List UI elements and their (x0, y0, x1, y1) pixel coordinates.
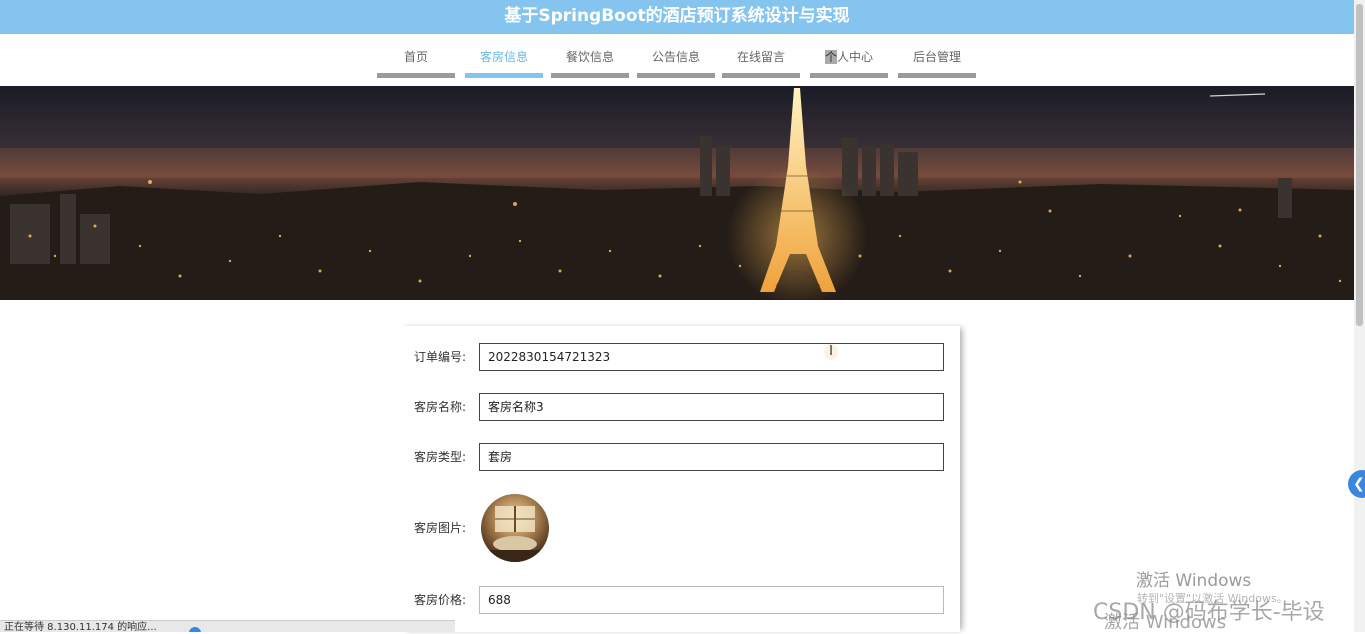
paris-night-skyline (0, 86, 1354, 300)
nav-item-admin[interactable]: 后台管理 (898, 46, 976, 78)
site-title: 基于SpringBoot的酒店预订系统设计与实现 (504, 6, 850, 26)
site-title-bar: 基于SpringBoot的酒店预订系统设计与实现 (0, 0, 1354, 34)
room-price-label: 客房价格: (413, 593, 466, 607)
order-no-label: 订单编号: (413, 350, 466, 364)
text-cursor-icon: I (824, 344, 838, 360)
nav-item-messages[interactable]: 在线留言 (722, 46, 800, 78)
room-type-label: 客房类型: (413, 450, 466, 464)
chevron-left-icon: ❮ (1353, 476, 1365, 492)
hero-banner-image (0, 86, 1354, 300)
nav-item-underline (377, 73, 455, 78)
page-scrollbar[interactable] (1354, 0, 1365, 632)
room-name-field[interactable]: 客房名称3 (479, 393, 944, 421)
nav-item-underline (722, 73, 800, 78)
nav-item-label: 在线留言 (736, 50, 785, 64)
status-text: 正在等待 8.130.11.174 的响应... (4, 622, 157, 632)
nav-item-label: 后台管理 (912, 50, 961, 64)
nav-item-underline (898, 73, 976, 78)
scrollbar-thumb[interactable] (1356, 4, 1363, 326)
collapse-sidebar-button[interactable]: ❮ (1348, 470, 1365, 498)
room-image-thumbnail[interactable] (481, 494, 549, 562)
nav-item-underline (551, 73, 629, 78)
room-image-label: 客房图片: (413, 521, 466, 535)
order-no-field[interactable]: 2022830154721323 (479, 343, 944, 371)
main-nav: 首页 客房信息 餐饮信息 公告信息 在线留言 个人中心 后台管理 (0, 34, 1354, 86)
nav-item-underline (637, 73, 715, 78)
room-name-label: 客房名称: (413, 400, 466, 414)
nav-item-profile[interactable]: 个人中心 (810, 46, 888, 78)
nav-item-label: 首页 (403, 50, 428, 64)
browser-status-bar: 正在等待 8.130.11.174 的响应... (0, 620, 455, 632)
nav-item-label: 个人中心 (824, 46, 874, 68)
loading-indicator-icon (189, 627, 201, 632)
nav-item-rooms[interactable]: 客房信息 (465, 46, 543, 78)
nav-item-label-rest: 人中心 (837, 50, 874, 64)
windows-activation-title-2: 激活 Windows (1104, 612, 1227, 633)
nav-item-label: 公告信息 (651, 50, 700, 64)
room-price-field[interactable]: 688 (479, 586, 944, 614)
nav-item-announcements[interactable]: 公告信息 (637, 46, 715, 78)
booking-detail-form: 订单编号: 2022830154721323 客房名称: 客房名称3 客房类型:… (400, 326, 960, 632)
nav-item-underline (465, 73, 543, 78)
nav-item-label-highlight: 个 (824, 50, 837, 64)
nav-item-home[interactable]: 首页 (377, 46, 455, 78)
windows-activation-title: 激活 Windows (1136, 571, 1252, 591)
nav-item-label: 客房信息 (479, 50, 528, 64)
nav-item-label: 餐饮信息 (565, 50, 614, 64)
room-type-field[interactable]: 套房 (479, 443, 944, 471)
room-photo (481, 506, 549, 562)
nav-item-underline (810, 73, 888, 78)
nav-item-dining[interactable]: 餐饮信息 (551, 46, 629, 78)
